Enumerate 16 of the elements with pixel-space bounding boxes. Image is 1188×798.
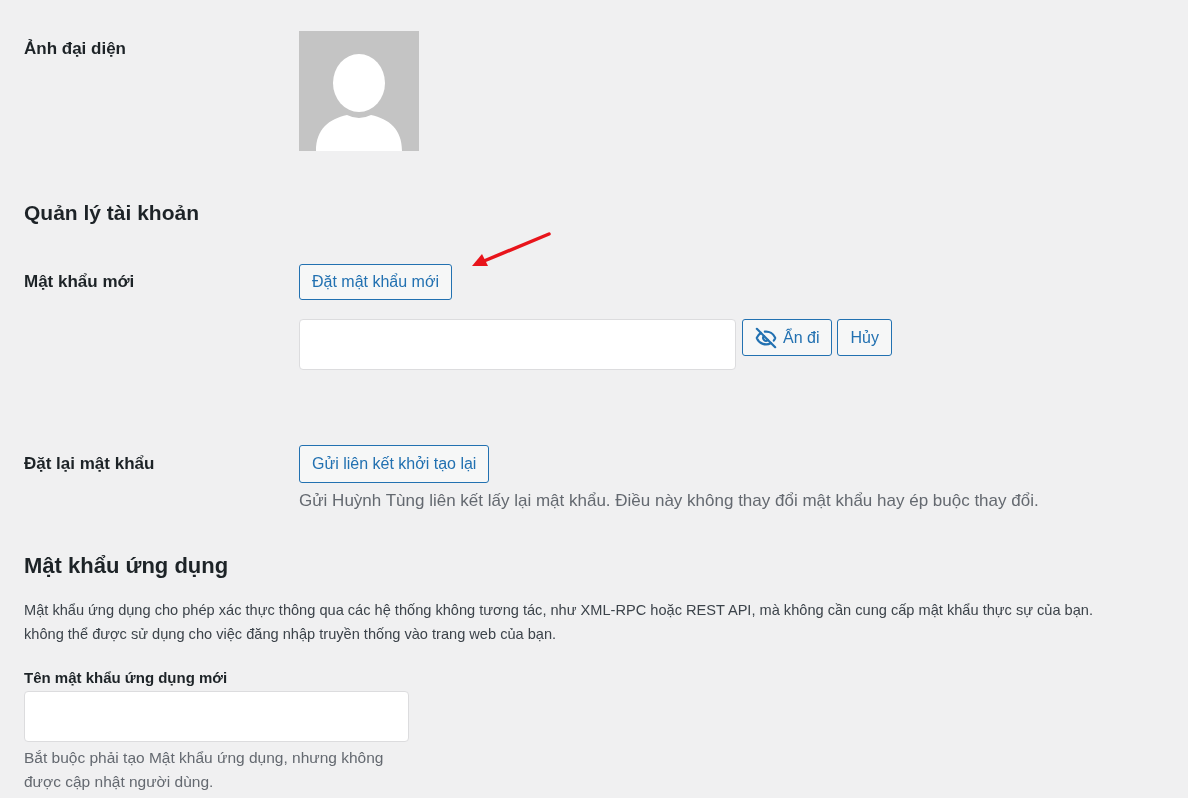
app-password-name-input[interactable] [24,691,409,742]
reset-link-button[interactable]: Gửi liên kết khởi tạo lại [299,445,490,483]
section-heading: Quản lý tài khoản [24,200,201,226]
field-label: Tên mật khẩu ứng dụng mới [24,668,229,688]
section-description: Mật khẩu ứng dụng cho phép xác thực thông qua các hệ thống không tương tác, như XML-RPC hoặc REST API, mà không cần cung cấp mật khẩu thực sự của bạn. không thể được sử dụng cho việc đăng nhập truyền thống vào trang web của bạn. [24,601,1095,644]
hide-password-button[interactable]: Ẩn đi [742,319,833,356]
section-heading: Mật khẩu ứng dụng [24,552,230,580]
eye-slash-icon [755,326,777,349]
field-label: Mật khẩu mới [24,271,136,293]
password-input[interactable] [299,319,736,370]
field-label: Đặt lại mật khẩu [24,453,156,475]
cancel-button[interactable]: Hủy [837,319,892,356]
help-text: Gửi Huỳnh Tùng liên kết lấy lại mật khẩu. Điều này không thay đổi mật khẩu hay ép buộc thay đổi. [299,490,1039,512]
set-password-button[interactable]: Đặt mật khẩu mới [299,264,452,300]
field-label: Ảnh đại diện [24,38,127,60]
help-text: Bắt buộc phải tạo Mật khẩu ứng dụng, nhưng không được cập nhật người dùng. [24,748,385,792]
